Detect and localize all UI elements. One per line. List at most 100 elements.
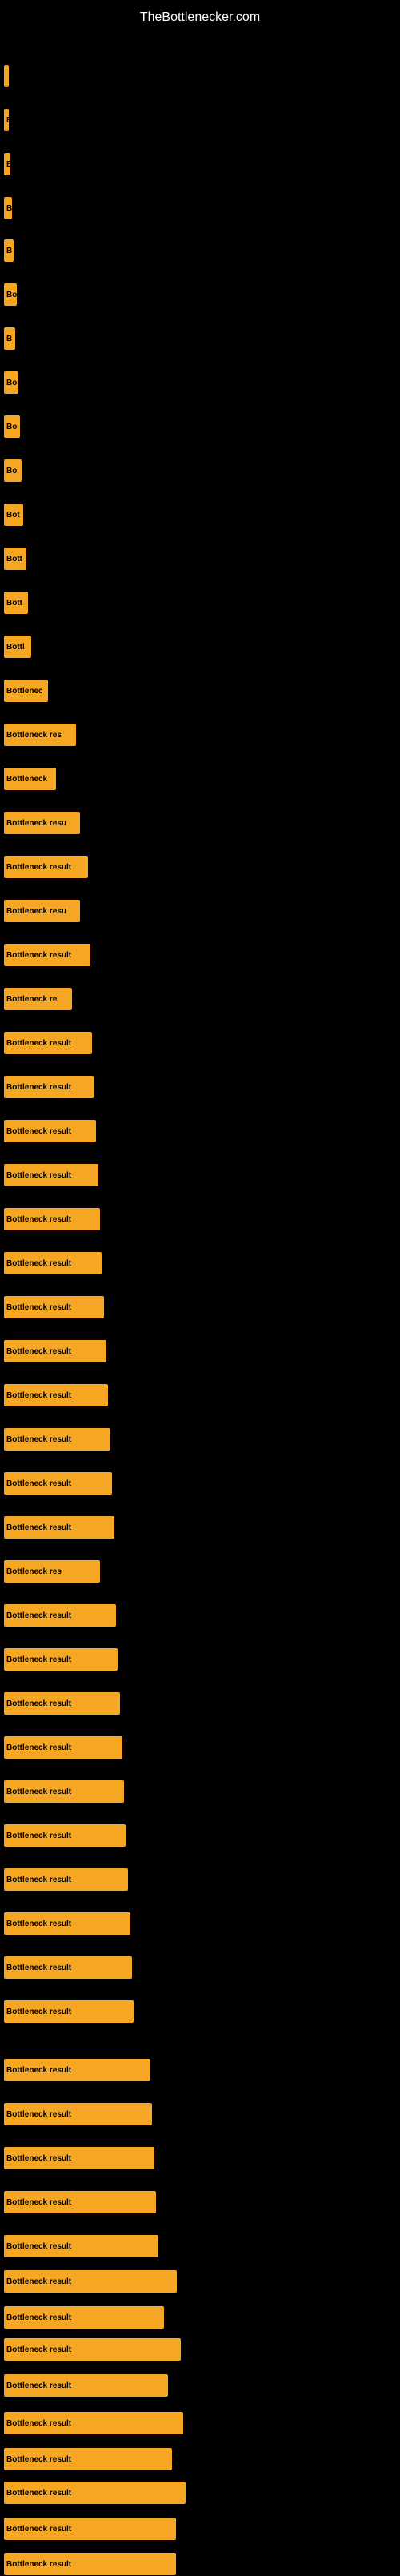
bar-55: Bottleneck result (4, 2448, 172, 2470)
bar-row-36: Bottleneck result (4, 1647, 118, 1671)
bar-label-5: Bo (6, 291, 17, 299)
bar-row-56: Bottleneck result (4, 2481, 186, 2505)
bar-row-3: B (4, 196, 12, 220)
bar-49: Bottleneck result (4, 2235, 158, 2257)
bar-row-19: Bottleneck resu (4, 899, 80, 923)
bar-row-50: Bottleneck result (4, 2269, 177, 2293)
bar-label-33: Bottleneck result (6, 1523, 71, 1532)
bar-row-58: Bottleneck result (4, 2552, 176, 2576)
bar-35: Bottleneck result (4, 1604, 116, 1627)
bar-45: Bottleneck result (4, 2059, 150, 2081)
bar-row-20: Bottleneck result (4, 943, 90, 967)
bar-label-16: Bottleneck (6, 775, 47, 784)
bar-row-15: Bottleneck res (4, 723, 76, 747)
bar-label-6: B (6, 335, 12, 343)
bar-label-7: Bo (6, 379, 17, 387)
bar-row-38: Bottleneck result (4, 1735, 122, 1759)
bar-row-52: Bottleneck result (4, 2337, 181, 2361)
bar-8: Bo (4, 415, 20, 438)
bar-label-44: Bottleneck result (6, 2008, 71, 2016)
bar-row-18: Bottleneck result (4, 855, 88, 879)
bar-53: Bottleneck result (4, 2374, 168, 2397)
bar-33: Bottleneck result (4, 1516, 114, 1539)
bar-7: Bo (4, 371, 18, 394)
bar-4: B (4, 239, 14, 262)
bar-row-51: Bottleneck result (4, 2305, 164, 2329)
bar-label-4: B (6, 247, 12, 255)
bar-row-41: Bottleneck result (4, 1868, 128, 1892)
bar-label-40: Bottleneck result (6, 1832, 71, 1840)
bar-label-46: Bottleneck result (6, 2110, 71, 2119)
bar-label-32: Bottleneck result (6, 1479, 71, 1488)
bar-row-0 (4, 64, 9, 88)
bar-row-4: B (4, 239, 14, 263)
bar-28: Bottleneck result (4, 1296, 104, 1318)
bar-row-40: Bottleneck result (4, 1824, 126, 1848)
bar-14: Bottlenec (4, 680, 48, 702)
bar-label-54: Bottleneck result (6, 2419, 71, 2428)
bar-48: Bottleneck result (4, 2191, 156, 2213)
bar-row-53: Bottleneck result (4, 2373, 168, 2397)
bar-3: B (4, 197, 12, 219)
bar-row-2: E (4, 152, 10, 176)
bar-30: Bottleneck result (4, 1384, 108, 1406)
bar-11: Bott (4, 548, 26, 570)
bar-label-14: Bottlenec (6, 687, 43, 696)
bar-row-55: Bottleneck result (4, 2447, 172, 2471)
bar-row-21: Bottleneck re (4, 987, 72, 1011)
bar-9: Bo (4, 459, 22, 482)
bar-36: Bottleneck result (4, 1648, 118, 1671)
bar-label-10: Bot (6, 511, 20, 520)
bar-label-18: Bottleneck result (6, 863, 71, 872)
bar-label-2: E (6, 160, 10, 169)
bar-label-35: Bottleneck result (6, 1611, 71, 1620)
bar-row-12: Bott (4, 591, 28, 615)
bar-15: Bottleneck res (4, 724, 76, 746)
bar-row-25: Bottleneck result (4, 1163, 98, 1187)
bar-row-54: Bottleneck result (4, 2411, 183, 2435)
bar-label-24: Bottleneck result (6, 1127, 71, 1136)
bar-row-37: Bottleneck result (4, 1691, 120, 1715)
bar-54: Bottleneck result (4, 2412, 183, 2434)
site-title: TheBottlenecker.com (0, 4, 400, 31)
bar-row-5: Bo (4, 283, 17, 307)
bar-51: Bottleneck result (4, 2306, 164, 2329)
bar-44: Bottleneck result (4, 2000, 134, 2023)
bar-row-10: Bot (4, 503, 23, 527)
bar-label-41: Bottleneck result (6, 1876, 71, 1884)
bar-row-28: Bottleneck result (4, 1295, 104, 1319)
bar-row-29: Bottleneck result (4, 1339, 106, 1363)
bar-19: Bottleneck resu (4, 900, 80, 922)
bar-row-16: Bottleneck (4, 767, 56, 791)
bar-17: Bottleneck resu (4, 812, 80, 834)
bar-label-19: Bottleneck resu (6, 907, 66, 916)
bar-label-12: Bott (6, 599, 22, 608)
bar-56: Bottleneck result (4, 2482, 186, 2504)
bar-38: Bottleneck result (4, 1736, 122, 1759)
bar-29: Bottleneck result (4, 1340, 106, 1362)
bar-label-26: Bottleneck result (6, 1215, 71, 1224)
bar-40: Bottleneck result (4, 1824, 126, 1847)
bar-row-6: B (4, 327, 15, 351)
bar-13: Bottl (4, 636, 31, 658)
bar-row-31: Bottleneck result (4, 1427, 110, 1451)
bar-16: Bottleneck (4, 768, 56, 790)
bar-row-23: Bottleneck result (4, 1075, 94, 1099)
bar-label-36: Bottleneck result (6, 1655, 71, 1664)
bar-6: B (4, 327, 15, 350)
bar-row-42: Bottleneck result (4, 1912, 130, 1936)
bar-47: Bottleneck result (4, 2147, 154, 2169)
bar-row-57: Bottleneck result (4, 2517, 176, 2541)
bar-label-22: Bottleneck result (6, 1039, 71, 1048)
bar-label-23: Bottleneck result (6, 1083, 71, 1092)
bar-label-53: Bottleneck result (6, 2381, 71, 2390)
bar-label-11: Bott (6, 555, 22, 564)
bar-row-11: Bott (4, 547, 26, 571)
bar-label-15: Bottleneck res (6, 731, 62, 740)
bar-label-34: Bottleneck res (6, 1567, 62, 1576)
bar-row-9: Bo (4, 459, 22, 483)
bar-row-33: Bottleneck result (4, 1515, 114, 1539)
bar-label-29: Bottleneck result (6, 1347, 71, 1356)
bar-label-56: Bottleneck result (6, 2489, 71, 2498)
bar-label-58: Bottleneck result (6, 2560, 71, 2569)
